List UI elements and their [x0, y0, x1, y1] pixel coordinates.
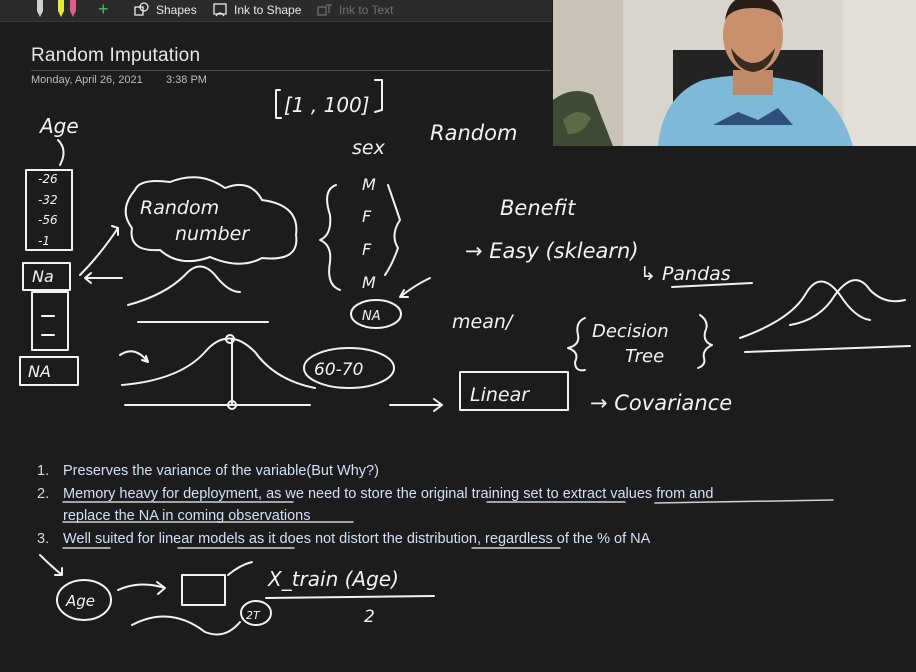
- range-bracket-right: [374, 79, 383, 113]
- bottom-arrow-1: [39, 554, 63, 576]
- points-list[interactable]: 1. Preserves the variance of the variabl…: [37, 460, 897, 550]
- webcam-overlay: [553, 0, 916, 146]
- presenter-video: [553, 0, 916, 146]
- ink-age-circle: Age: [65, 592, 95, 610]
- list-number: 2.: [37, 485, 50, 502]
- list-item-continuation: replace the NA in coming observations: [63, 508, 311, 524]
- ink-x-train: X_train (Age): [267, 567, 399, 591]
- list-number: 3.: [37, 530, 50, 547]
- ink-sex-3: F: [362, 240, 372, 259]
- decision-brace-left: [567, 317, 586, 372]
- small-bell-curve: [127, 265, 241, 306]
- lower-column-box: [31, 291, 69, 351]
- ink-mean: mean/: [452, 311, 515, 333]
- list-text: Preserves the variance of the variable(B…: [63, 463, 379, 479]
- ink-denominator: 2: [364, 607, 375, 627]
- ink-easy: → Easy (sklearn): [465, 239, 639, 263]
- lower-column-dashes: [41, 315, 55, 336]
- ink-random-word: Random: [140, 197, 219, 219]
- ink-linear: Linear: [470, 384, 530, 406]
- ink-random: Random: [430, 121, 517, 145]
- process-box: [181, 574, 226, 606]
- ink-age-2: -32: [38, 193, 58, 207]
- bottom-loop-arrow: [131, 615, 241, 636]
- ink-na-bottom: NA: [28, 362, 51, 381]
- ink-number-word: number: [175, 223, 250, 245]
- range-bracket-left: [275, 89, 282, 119]
- random-number-cloud: [124, 176, 298, 265]
- ink-sex-1: M: [362, 175, 376, 194]
- ink-6070: 60-70: [314, 360, 363, 380]
- ink-na: Na: [32, 267, 54, 286]
- list-number: 1.: [37, 463, 50, 479]
- arrow-age-to-box: [117, 581, 166, 595]
- list-text: Memory heavy for deployment, as we need …: [63, 485, 714, 502]
- sex-brace-left: [319, 184, 341, 291]
- list-item[interactable]: 3. Well suited for linear models as it d…: [37, 528, 897, 551]
- ink-range: [1 , 100]: [284, 93, 370, 117]
- arrow-na-to-random: [79, 227, 119, 276]
- fraction-line: [265, 595, 435, 599]
- arrow-into-na: [84, 272, 123, 284]
- list-item[interactable]: 1. Preserves the variance of the variabl…: [37, 460, 897, 483]
- arrow-to-na: [399, 277, 431, 298]
- ink-age-4: -1: [38, 234, 50, 248]
- arrow-to-linear: [389, 398, 443, 412]
- ink-sex: sex: [352, 137, 386, 159]
- ink-na-circled: NA: [362, 309, 381, 324]
- ink-2t: 2T: [246, 609, 261, 622]
- age-arrow-ink: [57, 139, 65, 166]
- ink-tree: Tree: [625, 346, 664, 367]
- dist-baseline: [744, 345, 911, 353]
- list-item[interactable]: 2. Memory heavy for deployment, as we ne…: [37, 483, 897, 506]
- list-text: Well suited for linear models as it does…: [63, 530, 651, 547]
- decision-brace-right: [697, 314, 713, 369]
- dist-curve-2: [789, 279, 906, 326]
- ink-age: Age: [38, 114, 79, 138]
- sex-brace-right: [384, 184, 401, 276]
- dist-curve-1: [739, 280, 871, 339]
- large-bell-curve: [121, 337, 316, 389]
- ink-age-3: -56: [38, 213, 58, 227]
- ink-age-1: -26: [38, 172, 58, 186]
- ink-decision: Decision: [592, 321, 669, 342]
- box-link: [227, 561, 253, 576]
- ink-covariance: → Covariance: [590, 391, 732, 415]
- ink-benefit: Benefit: [500, 196, 576, 220]
- ink-sex-4: M: [362, 273, 376, 292]
- curve-pointer-arrow: [119, 350, 149, 363]
- ink-pandas: ↳ Pandas: [640, 263, 731, 285]
- ink-sex-2: F: [362, 207, 372, 226]
